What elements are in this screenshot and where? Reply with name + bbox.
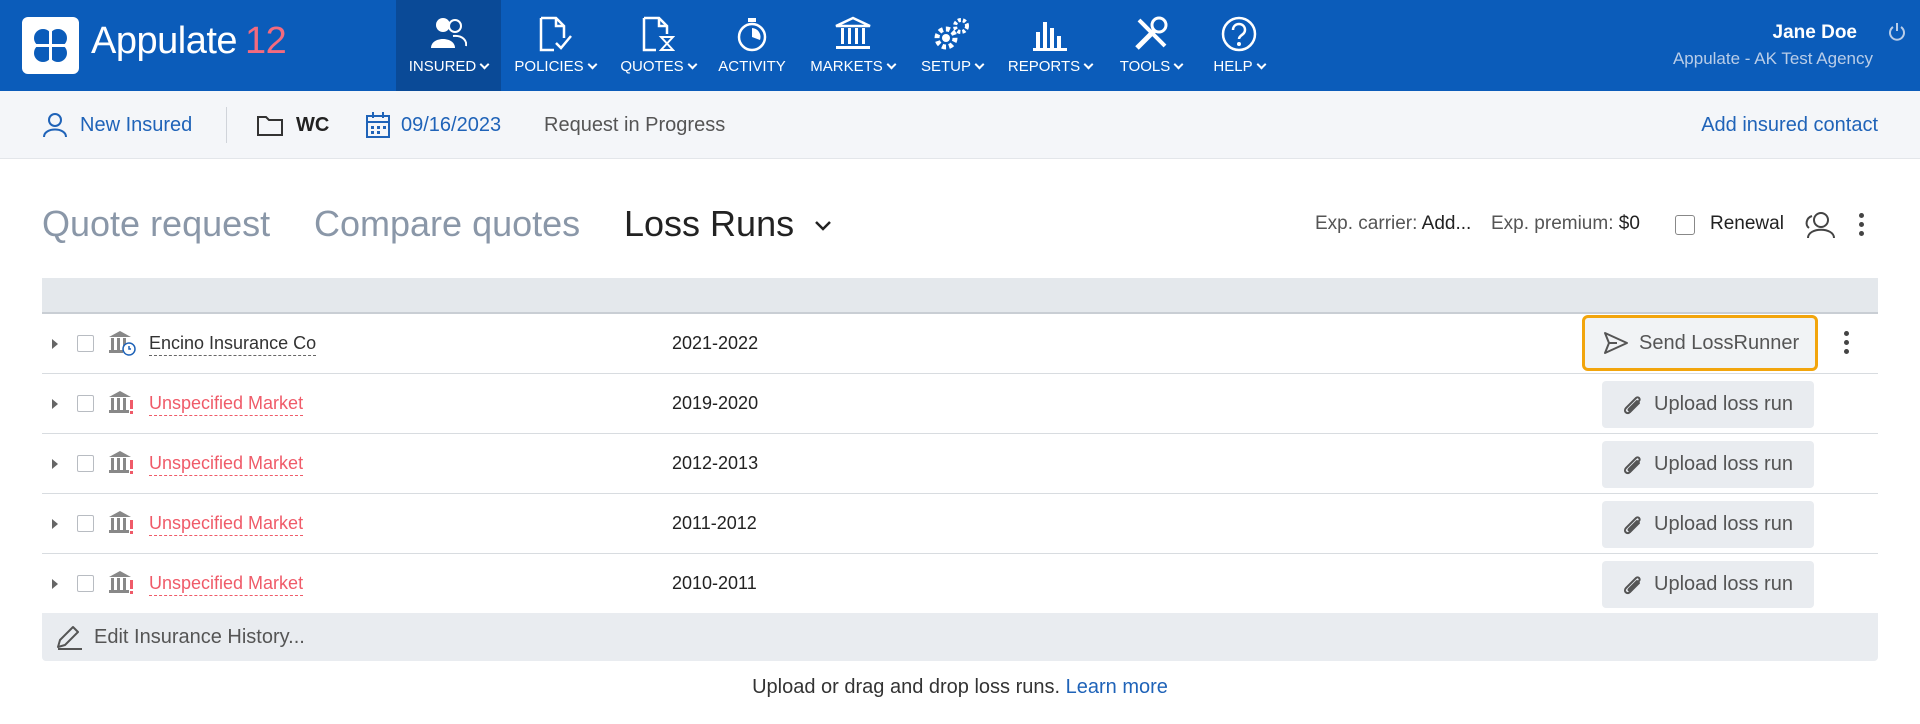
user-name[interactable]: Jane Doe bbox=[1773, 22, 1857, 44]
nav-setup[interactable]: SETUP bbox=[912, 0, 992, 91]
table-row: Unspecified Market 2019-2020 Upload loss… bbox=[42, 374, 1878, 434]
renewal-label: Renewal bbox=[1710, 213, 1784, 234]
top-nav: Appulate 12 INSURED POLICIES QUOTES ACTIV… bbox=[0, 0, 1920, 91]
market-name[interactable]: Unspecified Market bbox=[149, 573, 304, 596]
nav-reports[interactable]: REPORTS bbox=[1000, 0, 1100, 91]
upload-loss-run-button[interactable]: Upload loss run bbox=[1602, 381, 1814, 428]
contacts-icon[interactable] bbox=[1803, 211, 1837, 239]
logo-icon[interactable] bbox=[22, 17, 79, 74]
markets-icon bbox=[834, 16, 871, 49]
power-icon[interactable] bbox=[1888, 22, 1906, 42]
row-checkbox[interactable] bbox=[77, 395, 94, 412]
line-of-business[interactable]: WC bbox=[256, 91, 329, 159]
paperclip-icon bbox=[1623, 515, 1641, 534]
tab-loss-runs[interactable]: Loss Runs bbox=[624, 203, 832, 245]
pencil-icon bbox=[57, 626, 82, 650]
market-name[interactable]: Encino Insurance Co bbox=[149, 333, 317, 356]
policy-term: 2019-2020 bbox=[672, 393, 759, 413]
nav-insured[interactable]: INSURED bbox=[396, 0, 501, 91]
row-checkbox[interactable] bbox=[77, 455, 94, 472]
market-name[interactable]: Unspecified Market bbox=[149, 513, 304, 536]
paperclip-icon bbox=[1623, 575, 1641, 594]
table-row: Unspecified Market 2012-2013 Upload loss… bbox=[42, 434, 1878, 494]
quotes-icon bbox=[642, 16, 675, 52]
table-row: Unspecified Market 2010-2011 Upload loss… bbox=[42, 554, 1878, 614]
chevron-down-icon bbox=[587, 59, 598, 70]
expand-caret-icon[interactable] bbox=[52, 519, 58, 529]
help-icon bbox=[1221, 16, 1257, 52]
header-more-icon[interactable] bbox=[1859, 213, 1864, 236]
table-row: Unspecified Market 2011-2012 Upload loss… bbox=[42, 494, 1878, 554]
policy-term: 2012-2013 bbox=[672, 453, 759, 473]
app-brand[interactable]: Appulate 12 bbox=[91, 20, 287, 63]
loss-runs-table-header bbox=[42, 278, 1878, 314]
subbar-divider bbox=[226, 107, 227, 143]
paperclip-icon bbox=[1623, 395, 1641, 414]
row-checkbox[interactable] bbox=[77, 335, 94, 352]
policy-term: 2021-2022 bbox=[672, 333, 759, 353]
setup-icon bbox=[934, 18, 969, 50]
market-clock-icon bbox=[109, 331, 136, 356]
nav-help[interactable]: HELP bbox=[1200, 0, 1278, 91]
policy-term: 2011-2012 bbox=[672, 513, 757, 533]
reports-icon bbox=[1033, 22, 1067, 51]
upload-hint: Upload or drag and drop loss runs. Learn… bbox=[752, 676, 1168, 698]
market-warning-icon bbox=[109, 511, 133, 534]
nav-tools[interactable]: TOOLS bbox=[1110, 0, 1192, 91]
send-icon bbox=[1604, 332, 1628, 354]
insured-icon bbox=[430, 18, 467, 48]
chevron-down-icon bbox=[1173, 59, 1184, 70]
chevron-down-icon bbox=[687, 59, 698, 70]
tab-compare-quotes[interactable]: Compare quotes bbox=[314, 203, 580, 245]
upload-loss-run-button[interactable]: Upload loss run bbox=[1602, 561, 1814, 608]
policies-icon bbox=[539, 16, 572, 52]
insured-subbar: New Insured WC 09/16/2023 Request in Pro… bbox=[0, 91, 1920, 159]
user-agency: Appulate - AK Test Agency bbox=[1672, 49, 1873, 68]
renewal-checkbox[interactable] bbox=[1675, 215, 1695, 235]
expand-caret-icon[interactable] bbox=[52, 339, 58, 349]
send-lossrunner-button[interactable]: Send LossRunner bbox=[1582, 315, 1818, 371]
folder-icon bbox=[257, 116, 283, 136]
user-icon bbox=[43, 113, 67, 138]
chevron-down-icon bbox=[479, 59, 490, 70]
upload-loss-run-button[interactable]: Upload loss run bbox=[1602, 441, 1814, 488]
market-name[interactable]: Unspecified Market bbox=[149, 453, 304, 476]
request-status: Request in Progress bbox=[544, 113, 726, 136]
paperclip-icon bbox=[1623, 455, 1641, 474]
nav-quotes[interactable]: QUOTES bbox=[612, 0, 704, 91]
activity-icon bbox=[737, 18, 767, 52]
new-insured-link[interactable]: New Insured bbox=[42, 91, 192, 159]
upload-loss-run-button[interactable]: Upload loss run bbox=[1602, 501, 1814, 548]
learn-more-link[interactable]: Learn more bbox=[1066, 676, 1168, 698]
market-name[interactable]: Unspecified Market bbox=[149, 393, 304, 416]
chevron-down-icon bbox=[1256, 59, 1267, 70]
chevron-down-icon bbox=[974, 59, 985, 70]
market-warning-icon bbox=[109, 391, 133, 414]
add-insured-contact-link[interactable]: Add insured contact bbox=[1701, 91, 1878, 159]
chevron-down-icon bbox=[1083, 59, 1094, 70]
policy-term: 2010-2011 bbox=[672, 573, 757, 593]
nav-markets[interactable]: MARKETS bbox=[800, 0, 905, 91]
edit-insurance-history-button[interactable]: Edit Insurance History... bbox=[42, 613, 1878, 661]
tab-quote-request[interactable]: Quote request bbox=[42, 203, 270, 245]
row-checkbox[interactable] bbox=[77, 515, 94, 532]
expand-caret-icon[interactable] bbox=[52, 399, 58, 409]
exp-premium[interactable]: Exp. premium: $0 bbox=[1491, 213, 1640, 235]
nav-policies[interactable]: POLICIES bbox=[506, 0, 604, 91]
nav-activity[interactable]: ACTIVITY bbox=[712, 0, 792, 91]
market-warning-icon bbox=[109, 451, 133, 474]
expand-caret-icon[interactable] bbox=[52, 459, 58, 469]
effective-date[interactable]: 09/16/2023 bbox=[365, 91, 501, 159]
tools-icon bbox=[1135, 16, 1168, 50]
chevron-down-icon bbox=[886, 59, 897, 70]
chevron-down-icon bbox=[815, 221, 831, 232]
calendar-icon bbox=[366, 112, 390, 138]
market-warning-icon bbox=[109, 571, 133, 594]
row-more-icon[interactable] bbox=[1844, 331, 1849, 354]
exp-carrier[interactable]: Exp. carrier: Add... bbox=[1315, 213, 1471, 235]
row-checkbox[interactable] bbox=[77, 575, 94, 592]
expand-caret-icon[interactable] bbox=[52, 579, 58, 589]
table-row: Encino Insurance Co 2021-2022 Send LossR… bbox=[42, 314, 1878, 374]
